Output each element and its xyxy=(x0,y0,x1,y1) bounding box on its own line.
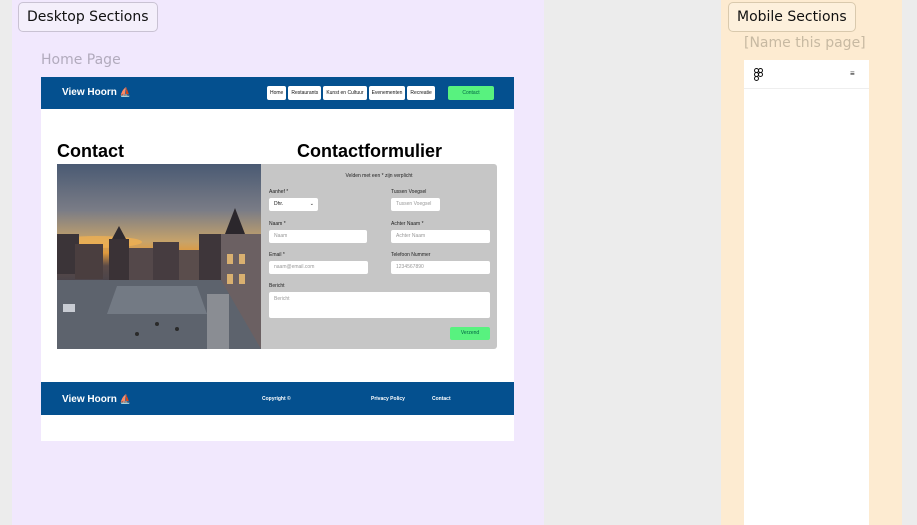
email-input[interactable]: naam@email.com xyxy=(269,261,368,274)
brand-logo[interactable]: View Hoorn ⛵ xyxy=(62,87,131,98)
copyright-text: Copyright © xyxy=(262,396,291,402)
email-label: Email * xyxy=(269,252,285,258)
home-page-frame[interactable]: View Hoorn ⛵ Home Restaurants Kunst en Cu… xyxy=(41,77,514,441)
footer-brand[interactable]: View Hoorn ⛵ xyxy=(62,394,131,405)
nav-contact-button[interactable]: Contact xyxy=(448,86,494,100)
bericht-label: Bericht xyxy=(269,283,285,289)
home-page-frame-label[interactable]: Home Page xyxy=(41,52,121,68)
achter-naam-label: Achter Naam * xyxy=(391,221,424,227)
tussen-voegsel-label: Tussen Voegsel xyxy=(391,189,427,195)
footer: View Hoorn ⛵ Copyright © Privacy Policy C… xyxy=(41,382,514,415)
chevron-down-icon: ⌄ xyxy=(309,201,314,207)
nav-link-evenementen[interactable]: Evenementen xyxy=(368,86,406,100)
boat-icon: ⛵ xyxy=(119,87,132,97)
telefoon-label: Telefoon Nummer xyxy=(391,252,431,258)
contactform-heading: Contactformulier xyxy=(297,141,443,161)
nav-link-recreatie[interactable]: Recreatie xyxy=(407,86,435,100)
brand-text: View Hoorn xyxy=(62,87,117,98)
nav-bar: View Hoorn ⛵ Home Restaurants Kunst en Cu… xyxy=(41,77,514,109)
achter-naam-input[interactable]: Achter Naam xyxy=(391,230,490,243)
verzend-button[interactable]: Verzend xyxy=(450,327,490,340)
footer-brand-text: View Hoorn xyxy=(62,394,117,405)
contact-heading: Contact xyxy=(57,141,124,161)
mobile-header: ≡ xyxy=(744,60,869,89)
nav-link-restaurants[interactable]: Restaurants xyxy=(288,86,322,100)
hamburger-menu-icon[interactable]: ≡ xyxy=(850,69,855,78)
nav-link-kunst-en-cultuur[interactable]: Kunst en Cultuur xyxy=(323,86,367,100)
aanhef-select[interactable]: Dhr. ⌄ xyxy=(269,198,318,211)
naam-label: Naam * xyxy=(269,221,286,227)
city-square-illustration xyxy=(57,208,261,349)
naam-input[interactable]: Naam xyxy=(269,230,367,243)
bericht-textarea[interactable]: Bericht xyxy=(269,292,490,318)
privacy-policy-link[interactable]: Privacy Policy xyxy=(371,396,405,402)
telefoon-input[interactable]: 1234567890 xyxy=(391,261,490,274)
figma-logo-icon xyxy=(754,68,763,81)
mobile-page-frame[interactable]: ≡ xyxy=(744,60,869,525)
footer-contact-link[interactable]: Contact xyxy=(432,396,451,402)
nav-link-home[interactable]: Home xyxy=(267,86,287,100)
mobile-frame-label[interactable]: [Name this page] xyxy=(744,35,866,51)
contact-form: Velden met een * zijn verplicht Aanhef *… xyxy=(261,164,497,349)
tussen-voegsel-input[interactable]: Tussen Voegsel xyxy=(391,198,440,211)
nav-links: Home Restaurants Kunst en Cultuur Evenem… xyxy=(267,86,435,100)
footer-boat-icon: ⛵ xyxy=(119,394,132,404)
desktop-section-title[interactable]: Desktop Sections xyxy=(18,2,158,32)
mobile-section-title[interactable]: Mobile Sections xyxy=(728,2,856,32)
hoorn-city-photo xyxy=(57,164,261,349)
required-fields-note: Velden met een * zijn verplicht xyxy=(345,173,413,179)
aanhef-label: Aanhef * xyxy=(269,189,289,195)
aanhef-select-value: Dhr. xyxy=(274,201,284,207)
